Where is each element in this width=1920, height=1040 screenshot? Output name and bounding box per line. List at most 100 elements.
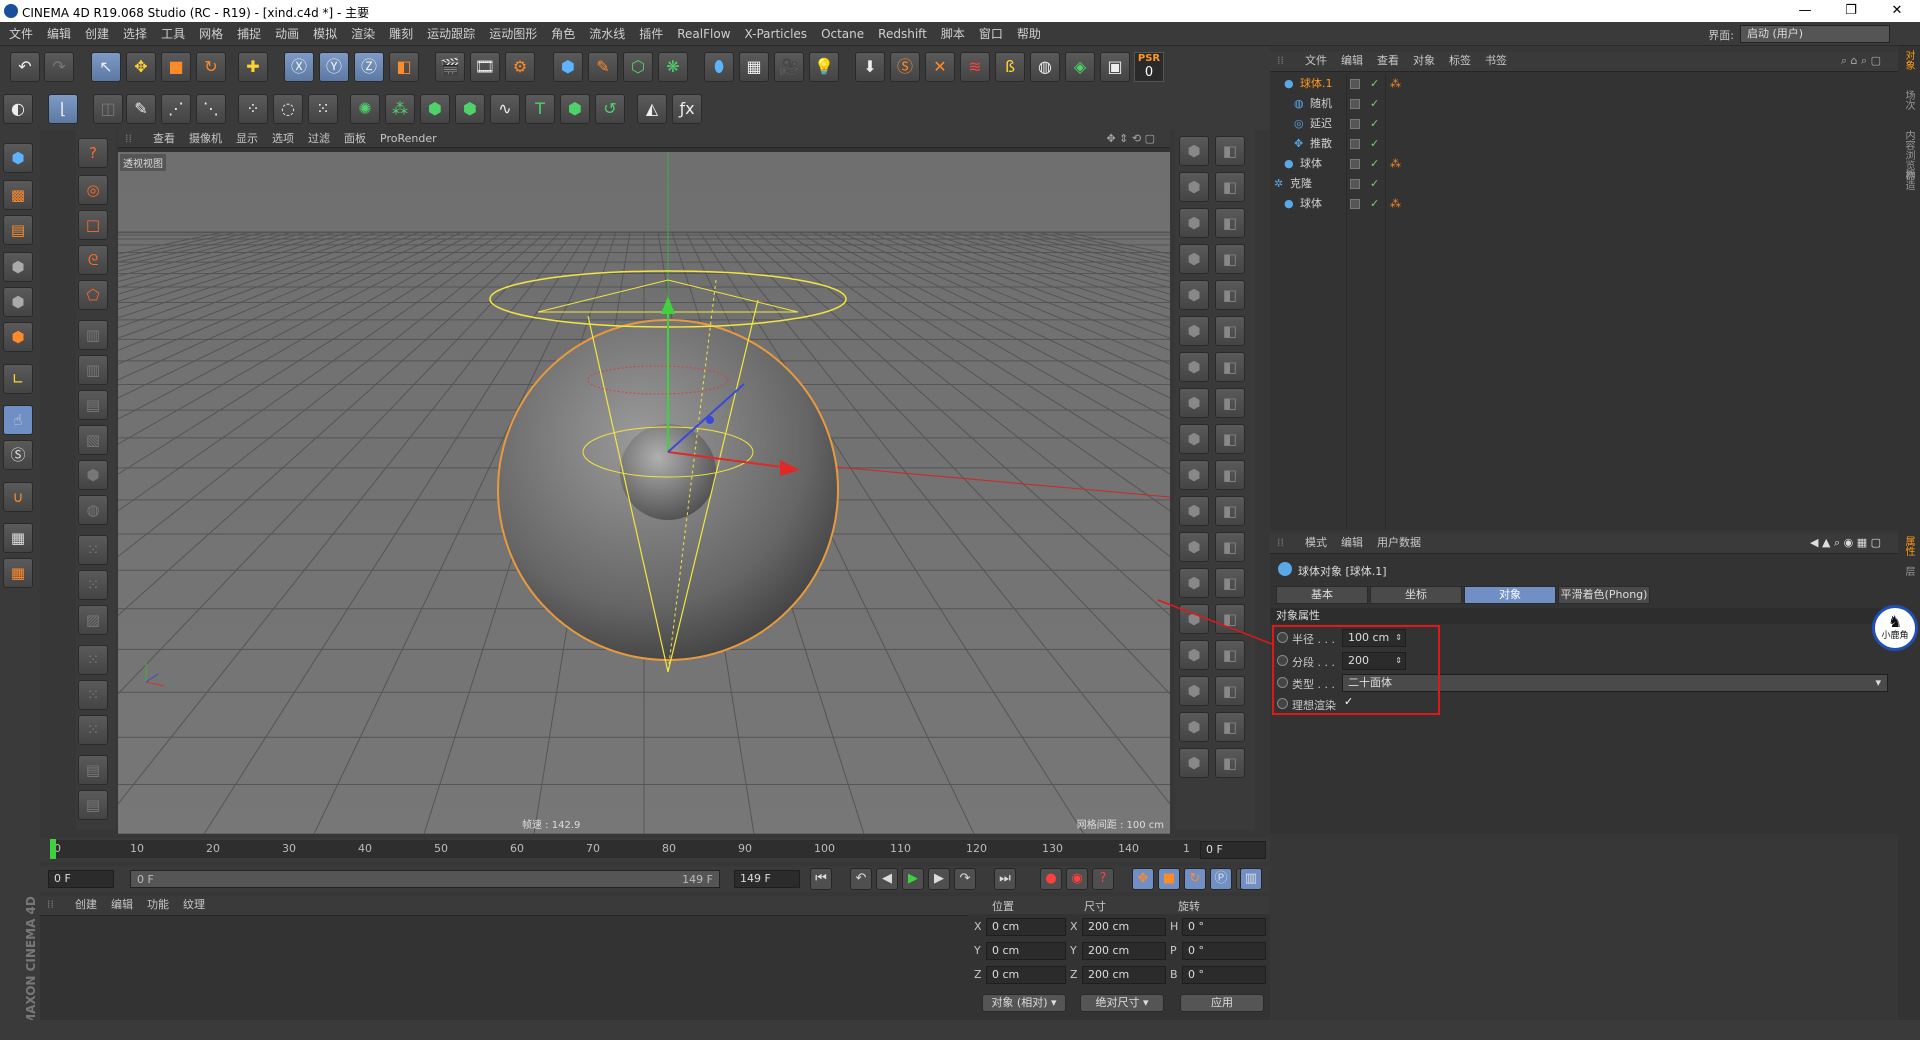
menu-item[interactable]: Redshift [871, 22, 934, 46]
attr-nav-icons[interactable]: ◀ ▲ ⌕ ◉ ▦ ▢ [1803, 534, 1888, 552]
attr-menu-item[interactable]: 模式 [1298, 534, 1334, 552]
menu-item[interactable]: 雕刻 [382, 22, 420, 46]
polygon-selection-icon[interactable]: ⬠ [78, 280, 108, 310]
key-scale-icon[interactable]: ■ [1158, 868, 1180, 890]
deformer-tool-icon[interactable]: ⬢ [1179, 280, 1209, 310]
end-frame-field[interactable]: 149 F [734, 870, 800, 888]
download-icon[interactable]: ⬇ [855, 52, 885, 82]
deformer-tool-icon[interactable]: ◧ [1215, 136, 1245, 166]
workspace-icon[interactable]: ◐ [3, 94, 33, 124]
undo-icon[interactable]: ↶ [10, 52, 40, 82]
menu-item[interactable]: 文件 [2, 22, 40, 46]
coord-system-icon[interactable]: ◧ [389, 52, 419, 82]
add-icon[interactable]: ✚ [238, 52, 268, 82]
attr-tab[interactable]: 对象 [1464, 586, 1556, 604]
y-axis-icon[interactable]: Ⓨ [319, 52, 349, 82]
knife-icon[interactable]: ▥ [78, 320, 108, 350]
size-field[interactable]: 200 cm [1082, 918, 1166, 936]
visibility-toggle[interactable] [1350, 199, 1360, 209]
workplane-icon[interactable]: ▤ [3, 215, 33, 245]
z-axis-icon[interactable]: Ⓩ [354, 52, 384, 82]
record-icon[interactable]: ● [1040, 868, 1062, 890]
tracer-icon[interactable]: ↺ [595, 94, 625, 124]
deformer-tool-icon[interactable]: ◧ [1215, 208, 1245, 238]
extrude-icon[interactable]: ⬢ [560, 94, 590, 124]
fracture-icon[interactable]: ⬢ [420, 94, 450, 124]
point-mode-icon[interactable]: ⁘ [238, 94, 268, 124]
floor-icon[interactable]: ▦ [739, 52, 769, 82]
deformer-tool-icon[interactable]: ◧ [1215, 532, 1245, 562]
viewport-menu-item[interactable]: 面板 [337, 130, 373, 148]
material-menu-item[interactable]: 创建 [68, 896, 104, 914]
side-tab[interactable]: 对象 [1901, 50, 1916, 70]
live-select-icon[interactable]: ⋰ [161, 94, 191, 124]
spline-icon[interactable]: ∿ [490, 94, 520, 124]
viewport-menu-item[interactable]: ProRender [373, 130, 444, 148]
menu-item[interactable]: 模拟 [306, 22, 344, 46]
axis-mode-icon[interactable]: ∟ [3, 364, 33, 394]
x-particles-icon[interactable]: ✕ [925, 52, 955, 82]
enabled-check-icon[interactable]: ✓ [1370, 194, 1379, 214]
playhead[interactable] [50, 839, 56, 859]
grid-tool-4-icon[interactable]: ⁙ [78, 645, 108, 675]
cube-icon[interactable]: ⬢ [553, 52, 583, 82]
s-plugin-icon[interactable]: Ⓢ [890, 52, 920, 82]
deformer-tool-icon[interactable]: ◧ [1215, 244, 1245, 274]
deformer-tool-icon[interactable]: ◧ [1215, 496, 1245, 526]
deformer-tool-icon[interactable]: ◧ [1215, 388, 1245, 418]
3d-viewport[interactable]: 透视视图 帧速 : 142.9 网格间距 : 100 cm [0, 152, 1920, 835]
deformer-tool-icon[interactable]: ◧ [1215, 460, 1245, 490]
current-frame-field[interactable]: 0 F [1200, 841, 1266, 859]
menu-item[interactable]: 工具 [154, 22, 192, 46]
deformer-tool-icon[interactable]: ⬢ [1179, 352, 1209, 382]
attr-tab[interactable]: 平滑着色(Phong) [1558, 586, 1650, 604]
deformer-tool-icon[interactable]: ⬢ [1179, 676, 1209, 706]
workplane-grid-icon[interactable]: ▦ [3, 558, 33, 588]
pen-icon[interactable]: ✎ [588, 52, 618, 82]
enabled-check-icon[interactable]: ✓ [1370, 154, 1379, 174]
rotation-field[interactable]: 0 ° [1182, 942, 1266, 960]
next-frame-icon[interactable]: ▶ [928, 868, 950, 890]
edge-mode-icon[interactable]: ◌ [273, 94, 303, 124]
edges-icon[interactable]: ⬢ [3, 287, 33, 317]
side-tab[interactable]: 场次 [1901, 90, 1916, 110]
timeline-window-icon[interactable]: ▥ [1240, 868, 1262, 890]
plugin-icon[interactable]: ß [995, 52, 1025, 82]
close-button[interactable]: ✕ [1874, 0, 1920, 22]
deformer-tool-icon[interactable]: ◧ [1215, 316, 1245, 346]
attr-menu-item[interactable]: 用户数据 [1370, 534, 1428, 552]
grid-tool-2-icon[interactable]: ⁙ [78, 570, 108, 600]
tweak-mode-icon[interactable]: ☝ [3, 405, 33, 435]
menu-item[interactable]: 网格 [192, 22, 230, 46]
bridge-icon[interactable]: ▤ [78, 390, 108, 420]
deformer-tool-icon[interactable]: ⬢ [1179, 424, 1209, 454]
viewport-menu-item[interactable]: 选项 [265, 130, 301, 148]
key-rotate-icon[interactable]: ↻ [1184, 868, 1206, 890]
position-field[interactable]: 0 cm [986, 966, 1066, 984]
attr-menu-item[interactable]: 编辑 [1334, 534, 1370, 552]
key-param-icon[interactable]: Ⓟ [1210, 868, 1232, 890]
auto-key-icon[interactable]: ◉ [1066, 868, 1088, 890]
brush-icon[interactable]: ✎ [126, 94, 156, 124]
deformer-tool-icon[interactable]: ⬢ [1179, 316, 1209, 346]
tag-icon[interactable]: ⁂ [1390, 154, 1401, 174]
deformer-tool-icon[interactable]: ◧ [1215, 424, 1245, 454]
viewport-menu-item[interactable]: 查看 [146, 130, 182, 148]
shader-icon[interactable]: ◭ [637, 94, 667, 124]
deformer-icon[interactable]: ⬮ [704, 52, 734, 82]
size-mode-select[interactable]: 绝对尺寸 ▾ [1080, 994, 1164, 1012]
menu-item[interactable]: X-Particles [738, 22, 815, 46]
grid-tool-6-icon[interactable]: ⁙ [78, 715, 108, 745]
om-nav-icons[interactable]: ⌕ ⌂ ⌕ ▢ [1834, 52, 1888, 70]
light-icon[interactable]: 💡 [809, 52, 839, 82]
mograph-icon-1[interactable]: ✺ [350, 94, 380, 124]
viewport-menu-item[interactable]: 摄像机 [182, 130, 229, 148]
texture-mode-icon[interactable]: ◫ [93, 94, 123, 124]
cloner-icon[interactable]: ❋ [658, 52, 688, 82]
attr-side-tab[interactable]: 层 [1901, 566, 1916, 576]
deformer-tool-icon[interactable]: ⬢ [1179, 172, 1209, 202]
loop-cut-icon[interactable]: ▥ [78, 355, 108, 385]
material-menu-item[interactable]: 纹理 [176, 896, 212, 914]
grid-tool-8-icon[interactable]: ▤ [78, 790, 108, 820]
timeline[interactable]: 0 10 20 30 40 50 60 70 80 90 100 110 120 130 140 1 0 F [40, 838, 1270, 862]
